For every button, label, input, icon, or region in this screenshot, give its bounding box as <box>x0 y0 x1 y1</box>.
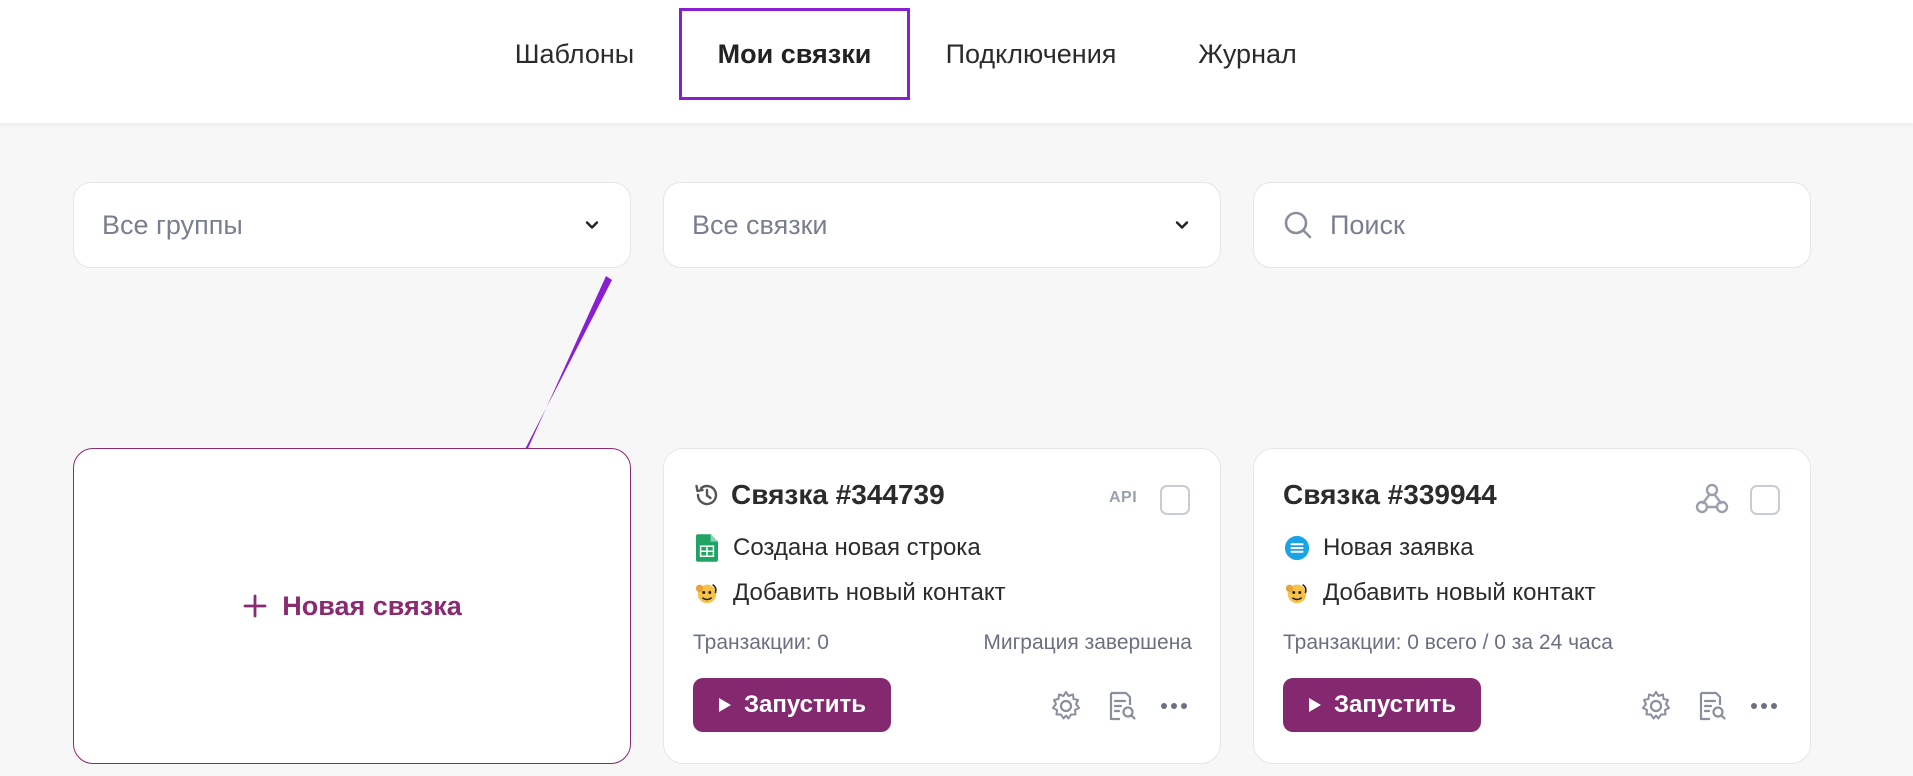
google-sheets-icon <box>693 534 721 562</box>
search-input[interactable] <box>1330 209 1782 241</box>
chevron-down-icon <box>1175 221 1189 229</box>
run-button-label: Запустить <box>744 691 866 718</box>
groups-select-value: Все группы <box>102 209 243 240</box>
tab-templates[interactable]: Шаблоны <box>497 8 652 100</box>
links-select-value: Все связки <box>692 209 828 240</box>
trigger-step-label: Новая заявка <box>1323 534 1474 561</box>
page: Шаблоны Мои связки Подключения Журнал Вс… <box>0 0 1913 776</box>
link-card-title[interactable]: Связка #339944 <box>1283 479 1497 511</box>
new-link-button[interactable]: Новая связка <box>242 590 462 622</box>
trigger-step: Новая заявка <box>1283 534 1474 562</box>
link-card-name: Связка #344739 <box>731 479 945 510</box>
trigger-step: Создана новая строка <box>693 534 981 562</box>
action-step-label: Добавить новый контакт <box>1323 579 1596 606</box>
top-nav: Шаблоны Мои связки Подключения Журнал <box>0 0 1913 123</box>
link-card-title[interactable]: Связка #344739 <box>693 479 945 511</box>
transactions-count: Транзакции: 0 <box>693 631 829 654</box>
groups-select[interactable]: Все группы <box>73 182 631 268</box>
chevron-down-icon <box>585 221 599 229</box>
migration-status: Миграция завершена <box>983 631 1192 654</box>
select-checkbox[interactable] <box>1750 485 1780 515</box>
run-button[interactable]: Запустить <box>1283 678 1481 732</box>
form-icon <box>1283 534 1311 562</box>
api-badge: API <box>1109 489 1138 506</box>
run-button[interactable]: Запустить <box>693 678 891 732</box>
transactions-count: Транзакции: 0 всего / 0 за 24 часа <box>1283 631 1613 654</box>
log-search-icon[interactable] <box>1104 689 1138 723</box>
play-icon <box>719 698 731 712</box>
link-card: Связка #339944 Новая заявка Добавить нов… <box>1253 448 1811 764</box>
log-search-icon[interactable] <box>1694 689 1728 723</box>
plus-icon <box>243 594 267 618</box>
new-link-label: Новая связка <box>282 590 462 621</box>
more-icon[interactable] <box>1157 689 1191 723</box>
play-icon <box>1309 698 1321 712</box>
action-step: Добавить новый контакт <box>693 579 1006 607</box>
trigger-step-label: Создана новая строка <box>733 534 981 561</box>
search-box[interactable] <box>1253 182 1811 268</box>
run-button-label: Запустить <box>1334 691 1456 718</box>
select-checkbox[interactable] <box>1160 485 1190 515</box>
gear-icon[interactable] <box>1049 689 1083 723</box>
more-icon[interactable] <box>1747 689 1781 723</box>
history-icon <box>695 484 718 506</box>
links-select[interactable]: Все связки <box>663 182 1221 268</box>
mailchimp-icon <box>1283 579 1311 607</box>
action-step-label: Добавить новый контакт <box>733 579 1006 606</box>
gear-icon[interactable] <box>1639 689 1673 723</box>
webhook-icon <box>1695 483 1729 514</box>
link-card: Связка #344739 API Создана новая строка <box>663 448 1221 764</box>
new-link-card[interactable]: Новая связка <box>73 448 631 764</box>
tab-journal[interactable]: Журнал <box>1180 8 1315 100</box>
search-icon <box>1284 211 1312 239</box>
tab-my-links[interactable]: Мои связки <box>679 8 910 100</box>
tab-connections[interactable]: Подключения <box>930 8 1132 100</box>
mailchimp-icon <box>693 579 721 607</box>
action-step: Добавить новый контакт <box>1283 579 1596 607</box>
link-card-name: Связка #339944 <box>1283 479 1497 510</box>
